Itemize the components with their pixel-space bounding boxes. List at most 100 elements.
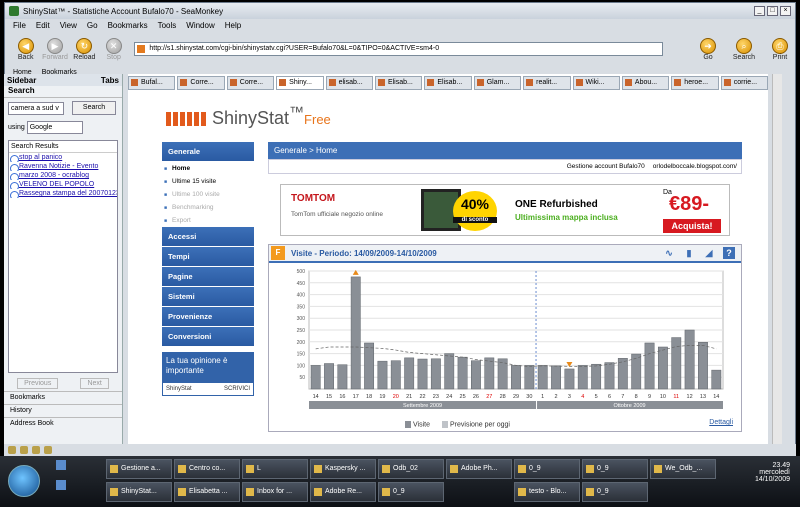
close-button[interactable]: × bbox=[780, 6, 791, 16]
x-tick-label: 22 bbox=[419, 394, 425, 400]
tab[interactable]: Abou... bbox=[621, 76, 670, 90]
tab[interactable]: elisab... bbox=[325, 76, 373, 90]
bar-chart-icon[interactable]: ▮ bbox=[683, 247, 695, 259]
nav-accessi[interactable]: Accessi bbox=[162, 227, 254, 247]
task-button[interactable]: Kaspersky ... bbox=[310, 459, 376, 479]
tab-active[interactable]: Shiny... bbox=[276, 76, 324, 90]
shinystat-logo[interactable]: ShinyStat™Free bbox=[166, 104, 331, 129]
task-button[interactable]: Elisabetta ... bbox=[174, 482, 240, 502]
address-bar[interactable]: http://s1.shinystat.com/cgi-bin/shinysta… bbox=[134, 42, 663, 56]
nav-pagine[interactable]: Pagine bbox=[162, 267, 254, 287]
go-button[interactable]: ➜ Go bbox=[693, 37, 723, 61]
tab[interactable]: Corre... bbox=[177, 76, 225, 90]
quicklaunch-icon[interactable] bbox=[56, 460, 66, 470]
result-link[interactable]: VELENO DEL POPOLO bbox=[9, 180, 117, 189]
site-link[interactable]: orlodelboccale.blogspot.com/ bbox=[653, 163, 737, 170]
result-link[interactable]: marzo 2008 - ocrablog bbox=[9, 171, 117, 180]
logo-tm: ™ bbox=[289, 104, 305, 121]
bar bbox=[657, 346, 668, 390]
task-button[interactable]: L bbox=[242, 459, 308, 479]
task-button[interactable]: 0_9 bbox=[378, 482, 444, 502]
reload-button[interactable]: ↻ Reload bbox=[70, 37, 99, 61]
quicklaunch-icon[interactable] bbox=[56, 480, 66, 490]
back-button[interactable]: ◀ Back bbox=[11, 37, 40, 61]
tab[interactable]: Bufal... bbox=[128, 76, 176, 90]
y-tick-label: 150 bbox=[297, 352, 306, 358]
previous-button[interactable]: Previous bbox=[17, 378, 59, 389]
menu-edit[interactable]: Edit bbox=[36, 21, 50, 30]
task-button[interactable]: Adobe Re... bbox=[310, 482, 376, 502]
nav-provenienze[interactable]: Provenienze bbox=[162, 307, 254, 327]
panel-bookmarks[interactable]: Bookmarks bbox=[4, 391, 122, 404]
y-tick-label: 500 bbox=[297, 269, 306, 275]
tab[interactable]: corrie... bbox=[720, 76, 769, 90]
panel-history[interactable]: History bbox=[4, 404, 122, 417]
tab[interactable]: Elisab... bbox=[374, 76, 423, 90]
task-button[interactable]: Odb_02 bbox=[378, 459, 444, 479]
vertical-scrollbar[interactable] bbox=[772, 74, 782, 444]
nav-tempi[interactable]: Tempi bbox=[162, 247, 254, 267]
opinion-link[interactable]: SCRIVICI bbox=[224, 384, 250, 394]
tab[interactable]: realit... bbox=[523, 76, 571, 90]
menu-window[interactable]: Window bbox=[186, 21, 214, 30]
start-button[interactable] bbox=[8, 465, 40, 497]
panel-address-book[interactable]: Address Book bbox=[4, 417, 122, 430]
result-link[interactable]: Ravenna Notizie - Evento bbox=[9, 162, 117, 171]
engine-select[interactable]: Google bbox=[26, 121, 83, 134]
line-chart-icon[interactable]: ∿ bbox=[663, 247, 675, 259]
sidebar-search-input[interactable]: camera a sud v bbox=[8, 101, 64, 115]
menu-view[interactable]: View bbox=[60, 21, 77, 30]
y-tick-label: 250 bbox=[297, 328, 306, 334]
menu-tools[interactable]: Tools bbox=[158, 21, 177, 30]
area-chart-icon[interactable]: ◢ bbox=[703, 247, 715, 259]
print-button[interactable]: ⎙ Print bbox=[765, 37, 795, 61]
nav-conversioni[interactable]: Conversioni bbox=[162, 327, 254, 347]
clock-time[interactable]: 23.49 bbox=[706, 462, 790, 469]
nav-sistemi[interactable]: Sistemi bbox=[162, 287, 254, 307]
maximize-button[interactable]: □ bbox=[767, 6, 778, 16]
menu-go[interactable]: Go bbox=[87, 21, 98, 30]
next-button[interactable]: Next bbox=[80, 378, 109, 389]
nav-general[interactable]: Generale bbox=[162, 142, 254, 162]
result-link[interactable]: stop al panico bbox=[9, 153, 117, 162]
menu-bookmarks[interactable]: Bookmarks bbox=[108, 21, 148, 30]
details-link[interactable]: Dettagli bbox=[709, 419, 733, 426]
search-button[interactable]: ⌕ Search bbox=[729, 37, 759, 61]
sidebar-tabs-button[interactable]: Tabs bbox=[101, 76, 119, 85]
minimize-button[interactable]: _ bbox=[754, 6, 765, 16]
tomtom-ad[interactable]: TOMTOM TomTom ufficiale negozio online 4… bbox=[280, 184, 730, 236]
stop-button[interactable]: ✕ Stop bbox=[99, 37, 128, 61]
sidebar-search-button[interactable]: Search bbox=[72, 101, 116, 115]
x-tick-label: 25 bbox=[460, 394, 466, 400]
task-button[interactable]: Gestione a... bbox=[106, 459, 172, 479]
opinion-banner[interactable]: La tua opinione è importante ShinyStat S… bbox=[162, 352, 254, 396]
result-link[interactable]: Rassegna stampa del 20070123 bbox=[9, 189, 117, 198]
tab[interactable]: Wiki... bbox=[572, 76, 620, 90]
menu-file[interactable]: File bbox=[13, 21, 26, 30]
tab[interactable]: Corre... bbox=[226, 76, 275, 90]
tab[interactable]: Elisab... bbox=[424, 76, 472, 90]
ad-brand: TOMTOM bbox=[291, 193, 336, 204]
task-button[interactable]: Adobe Ph... bbox=[446, 459, 512, 479]
help-icon[interactable]: ? bbox=[723, 247, 735, 259]
nav-home[interactable]: Home bbox=[162, 162, 254, 175]
title-bar: ShinyStat™ - Statistiche Account Bufalo7… bbox=[5, 3, 795, 19]
task-button[interactable]: 0_9 bbox=[514, 459, 580, 479]
ad-buy-button[interactable]: Acquista! bbox=[663, 219, 721, 233]
account-link[interactable]: Gestione account Bufalo70 bbox=[567, 163, 645, 170]
sidebar-section-search[interactable]: Search bbox=[4, 86, 122, 98]
tab[interactable]: Glam... bbox=[473, 76, 522, 90]
task-button[interactable]: ShinyStat... bbox=[106, 482, 172, 502]
task-button[interactable]: 0_9 bbox=[582, 459, 648, 479]
ad-tagline: Ultimissima mappa inclusa bbox=[515, 213, 618, 222]
nav-last-15[interactable]: Ultime 15 visite bbox=[162, 175, 254, 188]
task-button[interactable]: 0_9 bbox=[582, 482, 648, 502]
chart-title: Visite - Periodo: 14/09/2009-14/10/2009 bbox=[291, 248, 437, 258]
forward-button[interactable]: ▶ Forward bbox=[40, 37, 69, 61]
tab[interactable]: heroe... bbox=[671, 76, 719, 90]
task-button[interactable]: Inbox for ... bbox=[242, 482, 308, 502]
task-button[interactable]: testo - Blo... bbox=[514, 482, 580, 502]
task-button[interactable]: Centro co... bbox=[174, 459, 240, 479]
menu-help[interactable]: Help bbox=[225, 21, 241, 30]
seamonkey-icon bbox=[9, 6, 19, 16]
